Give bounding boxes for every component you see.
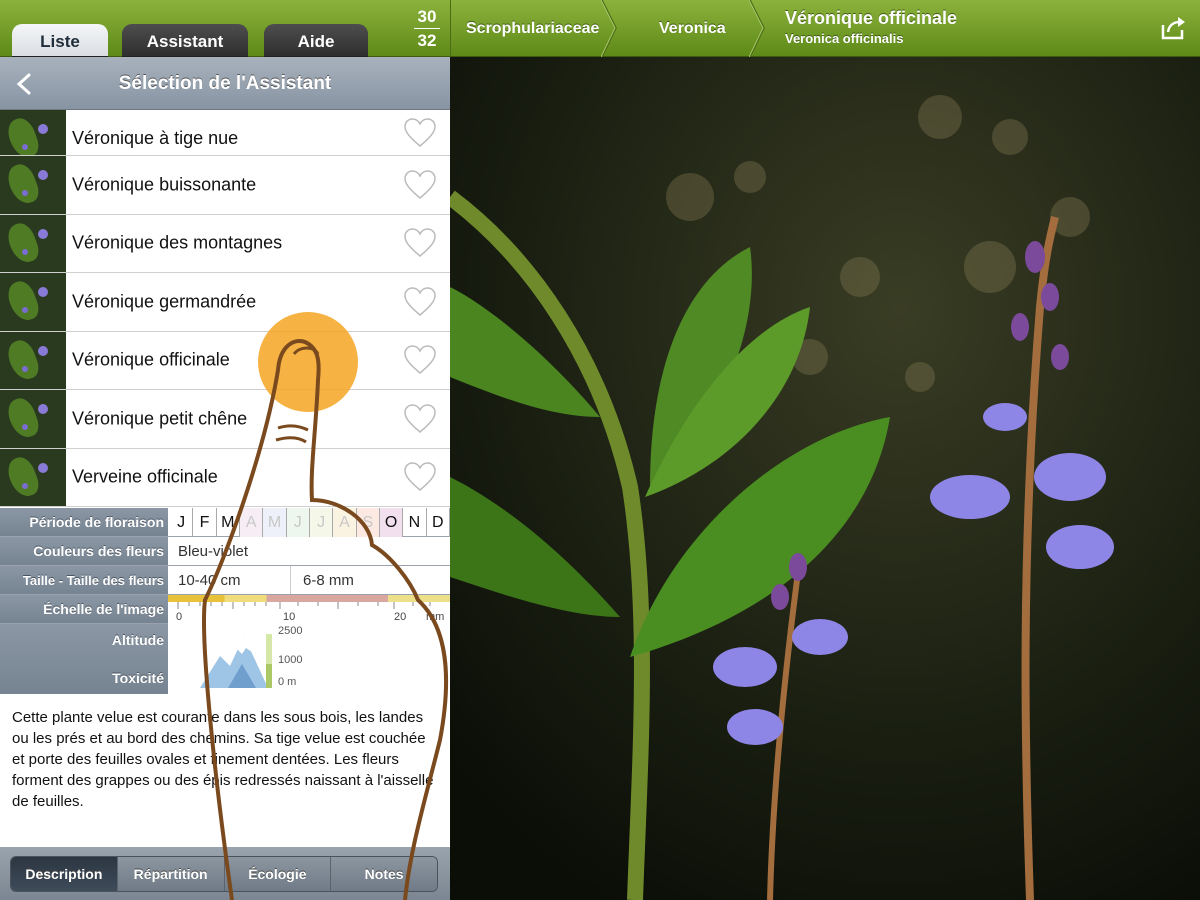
segment-description[interactable]: Description: [11, 857, 118, 891]
breadcrumb: Scrophulariaceae Veronica Véronique offi…: [450, 0, 1200, 57]
scale-unit: mm: [426, 611, 445, 623]
right-panel: Scrophulariaceae Veronica Véronique offi…: [450, 0, 1200, 900]
breadcrumb-family[interactable]: Scrophulariaceae: [466, 0, 599, 57]
altitude-tick-top: 2500: [278, 625, 303, 637]
scale-row: Échelle de l'image 0 10 20 mm: [0, 595, 450, 624]
species-info-table: Période de floraison J F M A M J J A S O…: [0, 508, 450, 694]
segment-ecologie[interactable]: Écologie: [224, 857, 332, 891]
month-oct: O: [379, 508, 404, 537]
heart-icon[interactable]: [404, 345, 436, 375]
altitude-toxicity-row: Altitude Toxicité 2500 1000 0 m: [0, 624, 450, 694]
plant-thumbnail: [0, 448, 66, 506]
plant-thumbnail: [0, 331, 66, 389]
month-jun: J: [286, 508, 310, 537]
result-counter: 30 32: [414, 6, 440, 51]
plant-thumbnail: [0, 273, 66, 331]
altitude-toxicity-labels: Altitude Toxicité: [0, 624, 168, 694]
flowering-label: Période de floraison: [0, 508, 168, 536]
list-item[interactable]: Véronique à tige nue: [0, 110, 450, 156]
plant-thumbnail: [0, 156, 66, 214]
month-jan: J: [170, 508, 194, 537]
breadcrumb-chevron-icon: [749, 0, 765, 57]
description-text: Cette plante velue est courante dans les…: [0, 697, 450, 847]
plant-photo: [450, 57, 1200, 900]
list-item-selected[interactable]: Véronique officinale: [0, 331, 450, 390]
scale-label-20: 20: [394, 611, 407, 623]
flowering-row: Période de floraison J F M A M J J A S O…: [0, 508, 450, 537]
altitude-tick-bottom: 0 m: [278, 676, 297, 688]
list-item-label: Véronique officinale: [72, 349, 230, 370]
left-panel: Liste Assistant Aide 30 32 Sélection de …: [0, 0, 450, 900]
counter-total: 32: [417, 31, 437, 50]
altitude-graph: 2500 1000 0 m: [168, 624, 450, 694]
plant-thumbnail: [0, 390, 66, 448]
counter-divider: [414, 28, 440, 29]
tab-liste[interactable]: Liste: [12, 24, 108, 57]
list-item-label: Véronique buissonante: [72, 174, 257, 195]
list-item-label: Véronique germandrée: [72, 291, 257, 312]
month-dec: D: [427, 508, 450, 537]
toxicity-label: Toxicité: [112, 670, 164, 686]
month-feb: F: [193, 508, 217, 537]
mountain-icon: [200, 634, 272, 688]
heart-icon[interactable]: [404, 286, 436, 317]
list-item-label: Véronique des montagnes: [72, 232, 283, 253]
species-latin-name: Veronica officinalis: [785, 31, 904, 46]
month-jul: J: [309, 508, 334, 537]
list-item[interactable]: Verveine officinale: [0, 448, 450, 507]
list-item-label: Véronique à tige nue: [72, 128, 239, 148]
tab-aide[interactable]: Aide: [264, 24, 368, 57]
flowering-months: J F M A M J J A S O N D: [170, 508, 450, 537]
month-sep: S: [356, 508, 380, 537]
month-nov: N: [403, 508, 427, 537]
colors-value: Bleu-violet: [168, 537, 450, 565]
heart-icon[interactable]: [404, 117, 436, 148]
species-name: Véronique officinale: [785, 8, 958, 28]
list-item-label: Verveine officinale: [72, 466, 218, 487]
page-title: Sélection de l'Assistant: [118, 73, 332, 94]
altitude-tick-mid: 1000: [278, 654, 303, 666]
plant-thumbnail: [0, 110, 66, 155]
month-apr: A: [239, 508, 264, 537]
segment-bar: Description Répartition Écologie Notes: [0, 847, 450, 900]
list-item[interactable]: Véronique germandrée: [0, 273, 450, 332]
breadcrumb-species: Véronique officinale Veronica officinali…: [785, 8, 957, 46]
list-item-label: Véronique petit chêne: [72, 408, 248, 429]
breadcrumb-genus[interactable]: Veronica: [659, 0, 726, 57]
colors-label: Couleurs des fleurs: [0, 537, 168, 565]
list-item[interactable]: Véronique buissonante: [0, 156, 450, 215]
scale-label-0: 0: [176, 611, 183, 623]
navigation-bar: Sélection de l'Assistant: [0, 57, 450, 110]
plant-thumbnail: [0, 214, 66, 272]
size-label: Taille - Taille des fleurs: [0, 566, 168, 594]
species-list: Véronique à tige nue Véronique buissonan…: [0, 110, 450, 507]
heart-icon[interactable]: [404, 403, 436, 434]
tab-assistant[interactable]: Assistant: [122, 24, 248, 57]
month-mar: M: [217, 508, 240, 537]
breadcrumb-chevron-icon: [601, 0, 617, 57]
scale-bar: [168, 595, 450, 602]
scale-ruler: 0 10 20 mm: [168, 595, 450, 624]
scale-label-10: 10: [283, 611, 296, 623]
heart-icon[interactable]: [404, 169, 436, 200]
scale-label: Échelle de l'image: [0, 595, 168, 623]
list-item[interactable]: Véronique petit chêne: [0, 390, 450, 449]
segment-repartition[interactable]: Répartition: [117, 857, 225, 891]
counter-current: 30: [417, 7, 437, 26]
month-aug: A: [333, 508, 357, 537]
altitude-label: Altitude: [111, 632, 164, 648]
segmented-control: Description Répartition Écologie Notes: [10, 856, 438, 892]
size-row: Taille - Taille des fleurs 10-40 cm 6-8 …: [0, 566, 450, 595]
month-may: M: [263, 508, 287, 537]
scale-ticks: [177, 602, 431, 609]
heart-icon[interactable]: [404, 228, 436, 258]
share-icon[interactable]: [1160, 16, 1186, 40]
heart-icon[interactable]: [404, 462, 436, 492]
segment-notes[interactable]: Notes: [331, 857, 437, 891]
colors-row: Couleurs des fleurs Bleu-violet: [0, 537, 450, 566]
top-tab-bar: Liste Assistant Aide 30 32: [0, 0, 450, 57]
list-item[interactable]: Véronique des montagnes: [0, 214, 450, 273]
size-flower-value: 6-8 mm: [290, 566, 354, 594]
